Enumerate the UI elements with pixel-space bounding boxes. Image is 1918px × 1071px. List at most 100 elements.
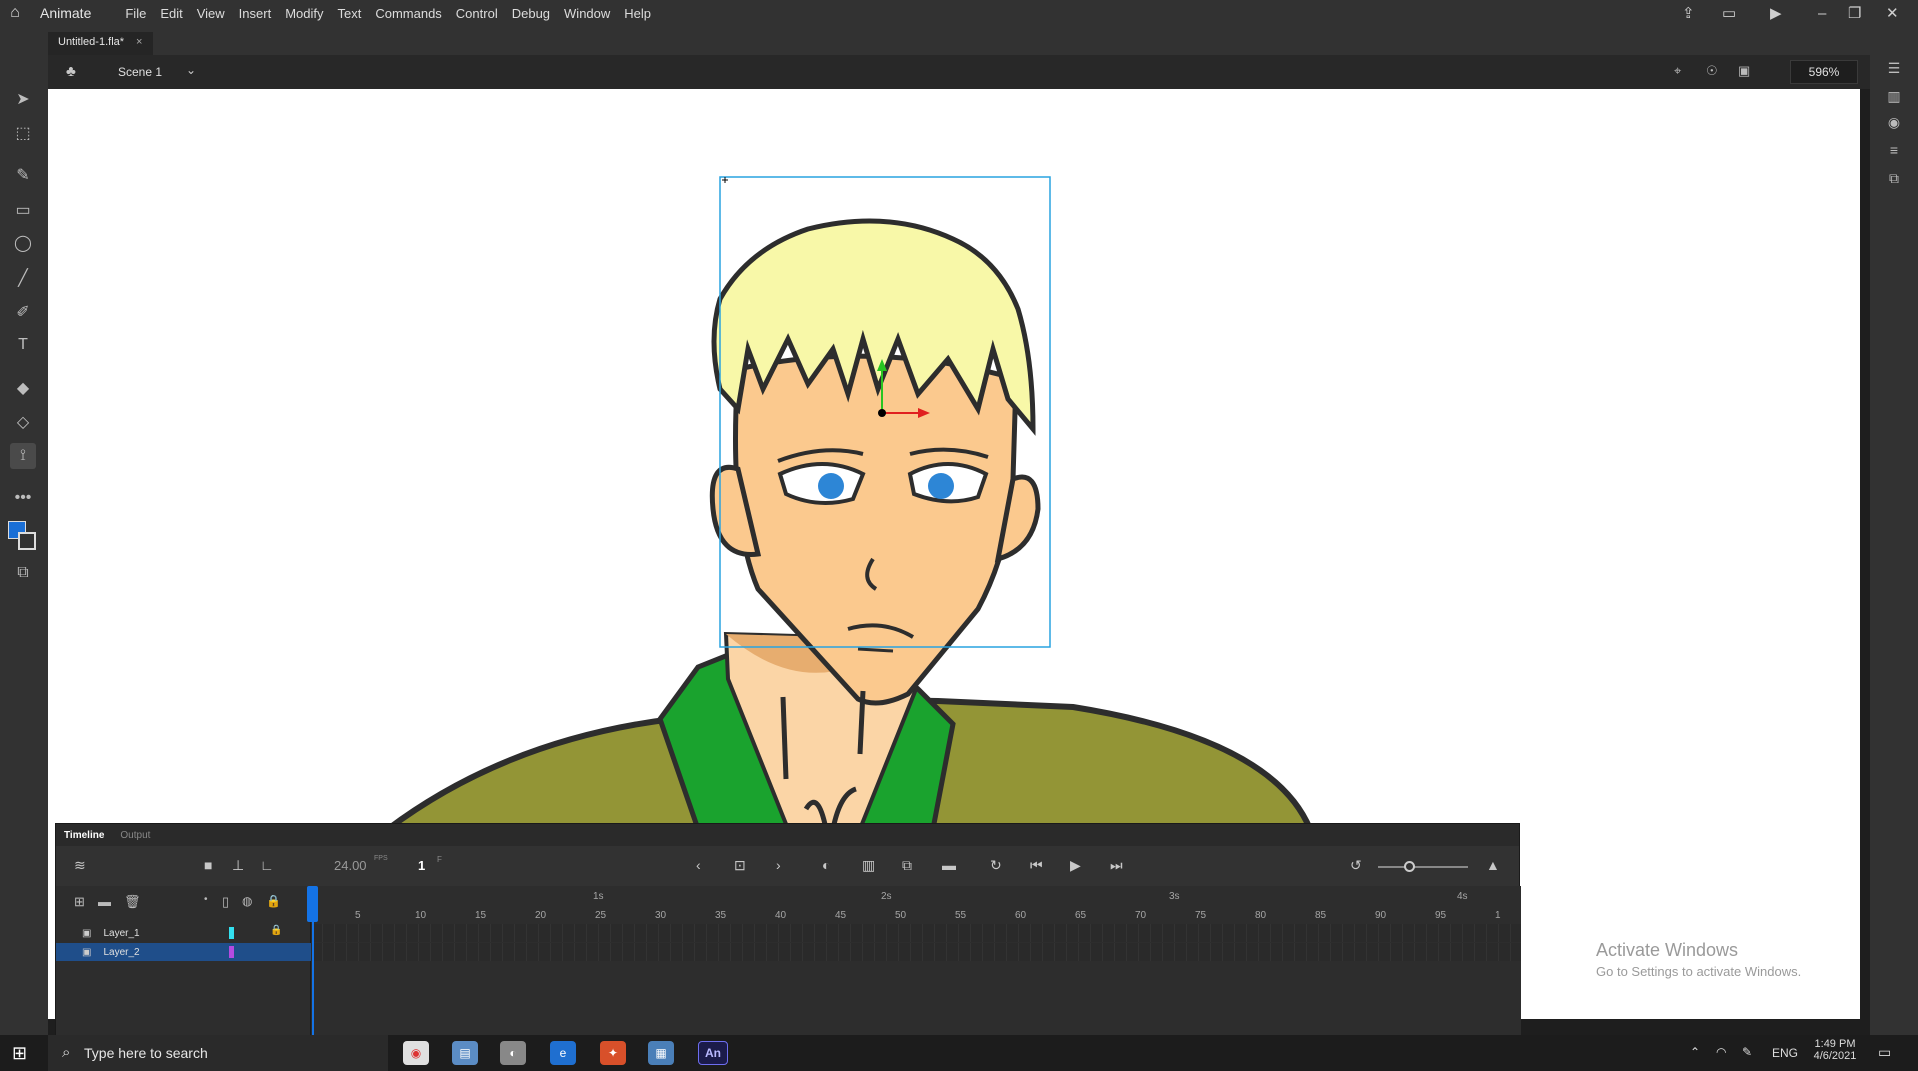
chevron-down-icon[interactable]: ⌄ [186, 63, 196, 77]
layer-name[interactable]: Layer_2 [103, 947, 139, 958]
insert-keyframe-icon[interactable]: ⊡ [734, 857, 746, 874]
align-icon[interactable]: ≡ [1882, 138, 1906, 162]
menu-debug[interactable]: Debug [512, 6, 550, 21]
bone-tool-icon[interactable]: ⟟ [10, 443, 36, 469]
share-icon[interactable]: ⇪ [1682, 0, 1695, 26]
snap-icon[interactable]: ⌖ [1674, 63, 1681, 79]
menu-file[interactable]: File [125, 6, 146, 21]
transform-icon[interactable]: ⧉ [1882, 166, 1906, 190]
properties-icon[interactable]: ☰ [1882, 56, 1906, 80]
previous-keyframe-icon[interactable]: ‹ [696, 857, 701, 873]
layers-icon[interactable]: ≋ [74, 857, 86, 874]
layer-name[interactable]: Layer_1 [103, 928, 139, 939]
assets-icon[interactable]: ◉ [1882, 110, 1906, 134]
layer-row-1[interactable]: ▣ Layer_1 🔒 [56, 924, 311, 942]
edit-multiple-frames-icon[interactable]: ▥ [862, 857, 875, 874]
pen-icon[interactable]: ✎ [1742, 1045, 1752, 1059]
graph-icon[interactable]: ∟ [260, 857, 274, 873]
app-icon[interactable]: ✦ [600, 1041, 626, 1065]
paint-bucket-tool-icon[interactable]: ◆ [10, 375, 36, 401]
windows-start-icon[interactable]: ⊞ [12, 1043, 27, 1064]
clock[interactable]: 1:49 PM 4/6/2021 [1810, 1038, 1860, 1062]
mountains-icon[interactable]: ▲ [1486, 857, 1500, 873]
text-tool-icon[interactable]: T [10, 332, 36, 358]
restore-icon[interactable]: ❐ [1848, 0, 1861, 26]
zoom-slider-handle[interactable] [1404, 861, 1415, 872]
line-tool-icon[interactable]: ╱ [10, 265, 36, 291]
menu-commands[interactable]: Commands [375, 6, 441, 21]
zoom-slider[interactable] [1378, 866, 1468, 868]
library-icon[interactable]: ▥ [1882, 84, 1906, 108]
loop-icon[interactable]: ↻ [990, 857, 1002, 874]
frame-row-1[interactable] [311, 924, 1521, 942]
scene-name[interactable]: Scene 1 [118, 65, 162, 79]
animate-taskbar-icon[interactable]: An [698, 1041, 728, 1065]
language-indicator[interactable]: ENG [1772, 1046, 1798, 1060]
create-tween-icon[interactable]: ⧉ [902, 857, 912, 874]
network-app-icon[interactable]: ▦ [648, 1041, 674, 1065]
menu-insert[interactable]: Insert [239, 6, 272, 21]
fps-value[interactable]: 24.00 [334, 858, 367, 873]
paint-icon[interactable]: ◐ [500, 1041, 526, 1065]
selection-tool-icon[interactable]: ➤ [10, 86, 36, 112]
layer-color[interactable] [229, 927, 234, 939]
layer-row-2[interactable]: ▣ Layer_2 [56, 943, 311, 961]
free-transform-tool-icon[interactable]: ⬚ [10, 120, 36, 146]
oval-tool-icon[interactable]: ◯ [10, 230, 36, 256]
insert-blank-icon[interactable]: ▬ [942, 857, 956, 873]
menu-control[interactable]: Control [456, 6, 498, 21]
close-tab-icon[interactable]: × [136, 36, 142, 55]
tab-output[interactable]: Output [112, 830, 158, 841]
workspace-icon[interactable]: ▭ [1722, 0, 1736, 26]
play-icon[interactable]: ▶ [1070, 857, 1081, 874]
swap-colors-icon[interactable]: ⧉ [10, 560, 36, 586]
notification-icon[interactable]: ▭ [1878, 1044, 1891, 1061]
eraser-tool-icon[interactable]: ◇ [10, 409, 36, 435]
edit-symbols-icon[interactable]: ♣ [66, 63, 76, 80]
new-layer-icon[interactable]: ⊞ [74, 894, 85, 910]
next-keyframe-icon[interactable]: › [776, 857, 781, 873]
playhead-handle[interactable] [307, 886, 318, 922]
delete-layer-icon[interactable]: 🗑 [124, 894, 141, 910]
edge-icon[interactable]: e [550, 1041, 576, 1065]
step-forward-icon[interactable]: ⏭ [1110, 857, 1123, 874]
file-explorer-icon[interactable]: ▤ [452, 1041, 478, 1065]
wifi-icon[interactable]: ◠ [1716, 1045, 1726, 1059]
test-movie-icon[interactable]: ▶ [1770, 0, 1782, 26]
frame-row-2[interactable] [311, 943, 1521, 961]
rectangle-tool-icon[interactable]: ▭ [10, 197, 36, 223]
menu-edit[interactable]: Edit [160, 6, 182, 21]
menu-text[interactable]: Text [337, 6, 361, 21]
fill-color-swatch[interactable] [18, 532, 36, 550]
layer-color[interactable] [229, 946, 234, 958]
brush-tool-icon[interactable]: ✎ [10, 162, 36, 188]
current-frame[interactable]: 1 [418, 858, 425, 873]
taskbar-search[interactable]: ⌕ Type here to search [48, 1035, 388, 1071]
camera-icon[interactable]: ■ [204, 857, 212, 873]
step-back-icon[interactable]: ⏮ [1030, 857, 1043, 874]
more-tools-icon[interactable]: ••• [10, 485, 36, 511]
chrome-icon[interactable]: ◉ [403, 1041, 429, 1065]
zoom-field[interactable]: 596% [1790, 60, 1858, 84]
new-folder-icon[interactable]: ▬ [98, 894, 111, 909]
menu-help[interactable]: Help [624, 6, 651, 21]
visibility-icon[interactable]: ◍ [242, 894, 252, 908]
chevron-up-icon[interactable]: ⌃ [1690, 1045, 1700, 1059]
highlight-icon[interactable]: • [204, 894, 208, 905]
onion-skin-icon[interactable]: ◐ [822, 857, 830, 873]
minimize-icon[interactable]: – [1818, 0, 1826, 26]
tab-timeline[interactable]: Timeline [56, 830, 112, 841]
close-icon[interactable]: ✕ [1886, 0, 1899, 26]
camera-icon[interactable]: ☉ [1706, 63, 1718, 79]
menu-window[interactable]: Window [564, 6, 610, 21]
home-icon[interactable]: ⌂ [0, 0, 30, 26]
frame-grid[interactable]: 1s 2s 3s 4s 5 10 15 20 25 30 35 40 45 50 55 60 65 70 75 80… [307, 886, 1521, 1036]
parenting-icon[interactable]: ⊥ [232, 857, 244, 874]
lock-icon[interactable]: 🔒 [266, 894, 281, 908]
lock-icon[interactable]: 🔒 [270, 925, 282, 936]
menu-view[interactable]: View [197, 6, 225, 21]
pencil-tool-icon[interactable]: ✐ [10, 299, 36, 325]
clip-icon[interactable]: ▣ [1738, 63, 1750, 79]
outline-icon[interactable]: ▯ [222, 894, 229, 910]
reset-zoom-icon[interactable]: ↺ [1350, 857, 1362, 874]
